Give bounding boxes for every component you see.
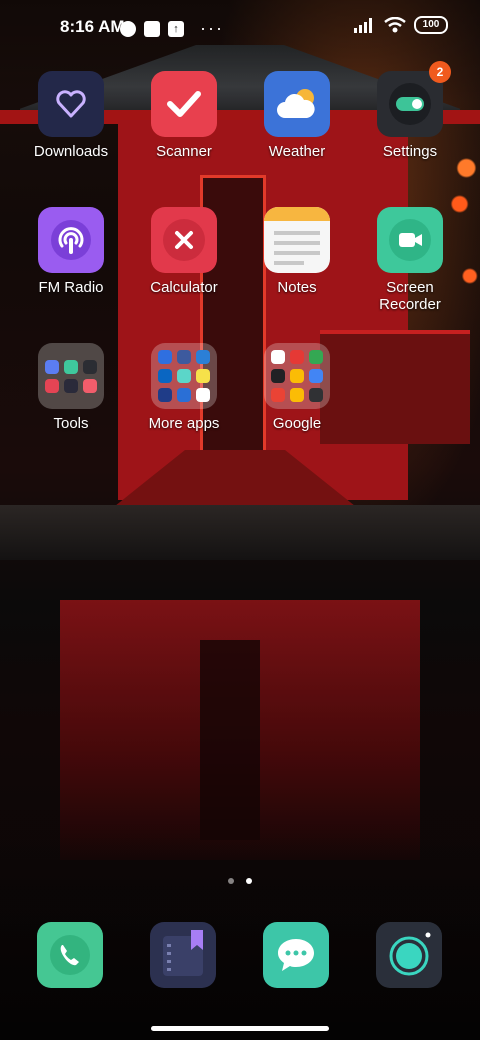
mini-app-icon [177, 369, 191, 383]
downloads-app-icon[interactable] [38, 71, 104, 137]
vpn-icon [120, 20, 136, 37]
mini-app-icon [158, 369, 172, 383]
app-label: Downloads [33, 143, 109, 160]
app-notes[interactable]: Notes [242, 207, 352, 297]
mini-app-icon [271, 388, 285, 402]
app-label: Weather [268, 143, 326, 160]
close-x-icon [163, 219, 205, 261]
page-indicator[interactable] [0, 878, 480, 884]
app-screen-recorder[interactable]: Screen Recorder [355, 207, 465, 313]
battery-indicator: 100 [414, 16, 448, 34]
page-dot-active[interactable] [246, 878, 252, 884]
app-label: Calculator [150, 279, 218, 296]
app-weather[interactable]: Weather [242, 71, 352, 161]
mini-app-icon [45, 378, 59, 393]
home-screen: 8:16 AM ↑ ··· 100 Downloads Scanner Weat… [0, 0, 480, 1040]
mini-app-icon [196, 388, 210, 402]
home-indicator-bar[interactable] [151, 1026, 329, 1031]
mini-app-icon [83, 378, 97, 393]
dock-notes[interactable] [150, 922, 216, 988]
mini-app-icon [196, 369, 210, 383]
app-label: Tools [53, 415, 89, 432]
mini-app-icon [309, 350, 323, 364]
app-label: Settings [382, 143, 438, 160]
page-dot[interactable] [228, 878, 234, 884]
app-fm-radio[interactable]: FM Radio [16, 207, 126, 297]
folder-preview [158, 350, 210, 402]
calculator-app-icon[interactable] [151, 207, 217, 273]
mini-app-icon [64, 378, 78, 393]
bookmark-icon [163, 930, 203, 976]
app-label: Scanner [156, 143, 212, 160]
mini-app-icon [309, 369, 323, 383]
app-settings[interactable]: 2 Settings [355, 61, 465, 161]
mini-app-icon [45, 359, 59, 374]
mini-app-icon [83, 359, 97, 374]
settings-app-icon[interactable]: 2 [377, 61, 451, 137]
notes-app-icon[interactable] [264, 207, 330, 273]
app-label: Google [272, 415, 322, 432]
dock-camera[interactable] [376, 922, 442, 988]
app-downloads[interactable]: Downloads [16, 71, 126, 161]
mini-app-icon [271, 369, 285, 383]
folder-icon[interactable] [264, 343, 330, 409]
screen-recorder-app-icon[interactable] [377, 207, 443, 273]
folder-tools[interactable]: Tools [16, 343, 126, 433]
folder-icon[interactable] [151, 343, 217, 409]
notification-icons: ↑ ··· [120, 18, 224, 39]
weather-app-icon[interactable] [264, 71, 330, 137]
folder-google[interactable]: Google [242, 343, 352, 433]
app-label: FM Radio [38, 279, 104, 296]
mini-app-icon [309, 388, 323, 402]
square-notification-icon [144, 20, 160, 37]
notification-badge: 2 [429, 61, 451, 83]
video-camera-icon [389, 219, 431, 261]
toggle-icon [389, 83, 431, 125]
phone-icon [50, 935, 90, 975]
mini-app-icon [271, 350, 285, 364]
heart-icon [56, 90, 86, 118]
mini-app-icon [290, 369, 304, 383]
system-icons: 100 [354, 16, 448, 34]
app-label: More apps [148, 415, 220, 432]
upload-icon: ↑ [168, 20, 184, 37]
folder-preview [45, 359, 97, 393]
notes-icon [264, 207, 330, 265]
more-notifications-icon: ··· [200, 18, 224, 38]
clock: 8:16 AM [60, 17, 125, 36]
fm-radio-app-icon[interactable] [38, 207, 104, 273]
mini-app-icon [158, 388, 172, 402]
folder-more-apps[interactable]: More apps [129, 343, 239, 433]
app-label: Screen Recorder [379, 279, 441, 313]
dock-phone[interactable] [37, 922, 103, 988]
wifi-icon [384, 17, 406, 33]
camera-lens-icon [389, 932, 431, 976]
cloud-sun-icon [277, 89, 315, 118]
status-bar: 8:16 AM ↑ ··· 100 [0, 0, 480, 56]
mini-app-icon [196, 350, 210, 364]
mini-app-icon [290, 388, 304, 402]
app-scanner[interactable]: Scanner [129, 71, 239, 161]
checkmark-icon [167, 91, 201, 117]
app-label: Notes [277, 279, 317, 296]
radio-icon [51, 220, 91, 260]
chat-bubble-icon [278, 939, 314, 971]
mini-app-icon [177, 388, 191, 402]
folder-icon[interactable] [38, 343, 104, 409]
mini-app-icon [158, 350, 172, 364]
mini-app-icon [64, 359, 78, 374]
scanner-app-icon[interactable] [151, 71, 217, 137]
mini-app-icon [290, 350, 304, 364]
mini-app-icon [177, 350, 191, 364]
dock-messages[interactable] [263, 922, 329, 988]
signal-icon [354, 18, 372, 33]
app-calculator[interactable]: Calculator [129, 207, 239, 297]
folder-preview [271, 350, 323, 402]
